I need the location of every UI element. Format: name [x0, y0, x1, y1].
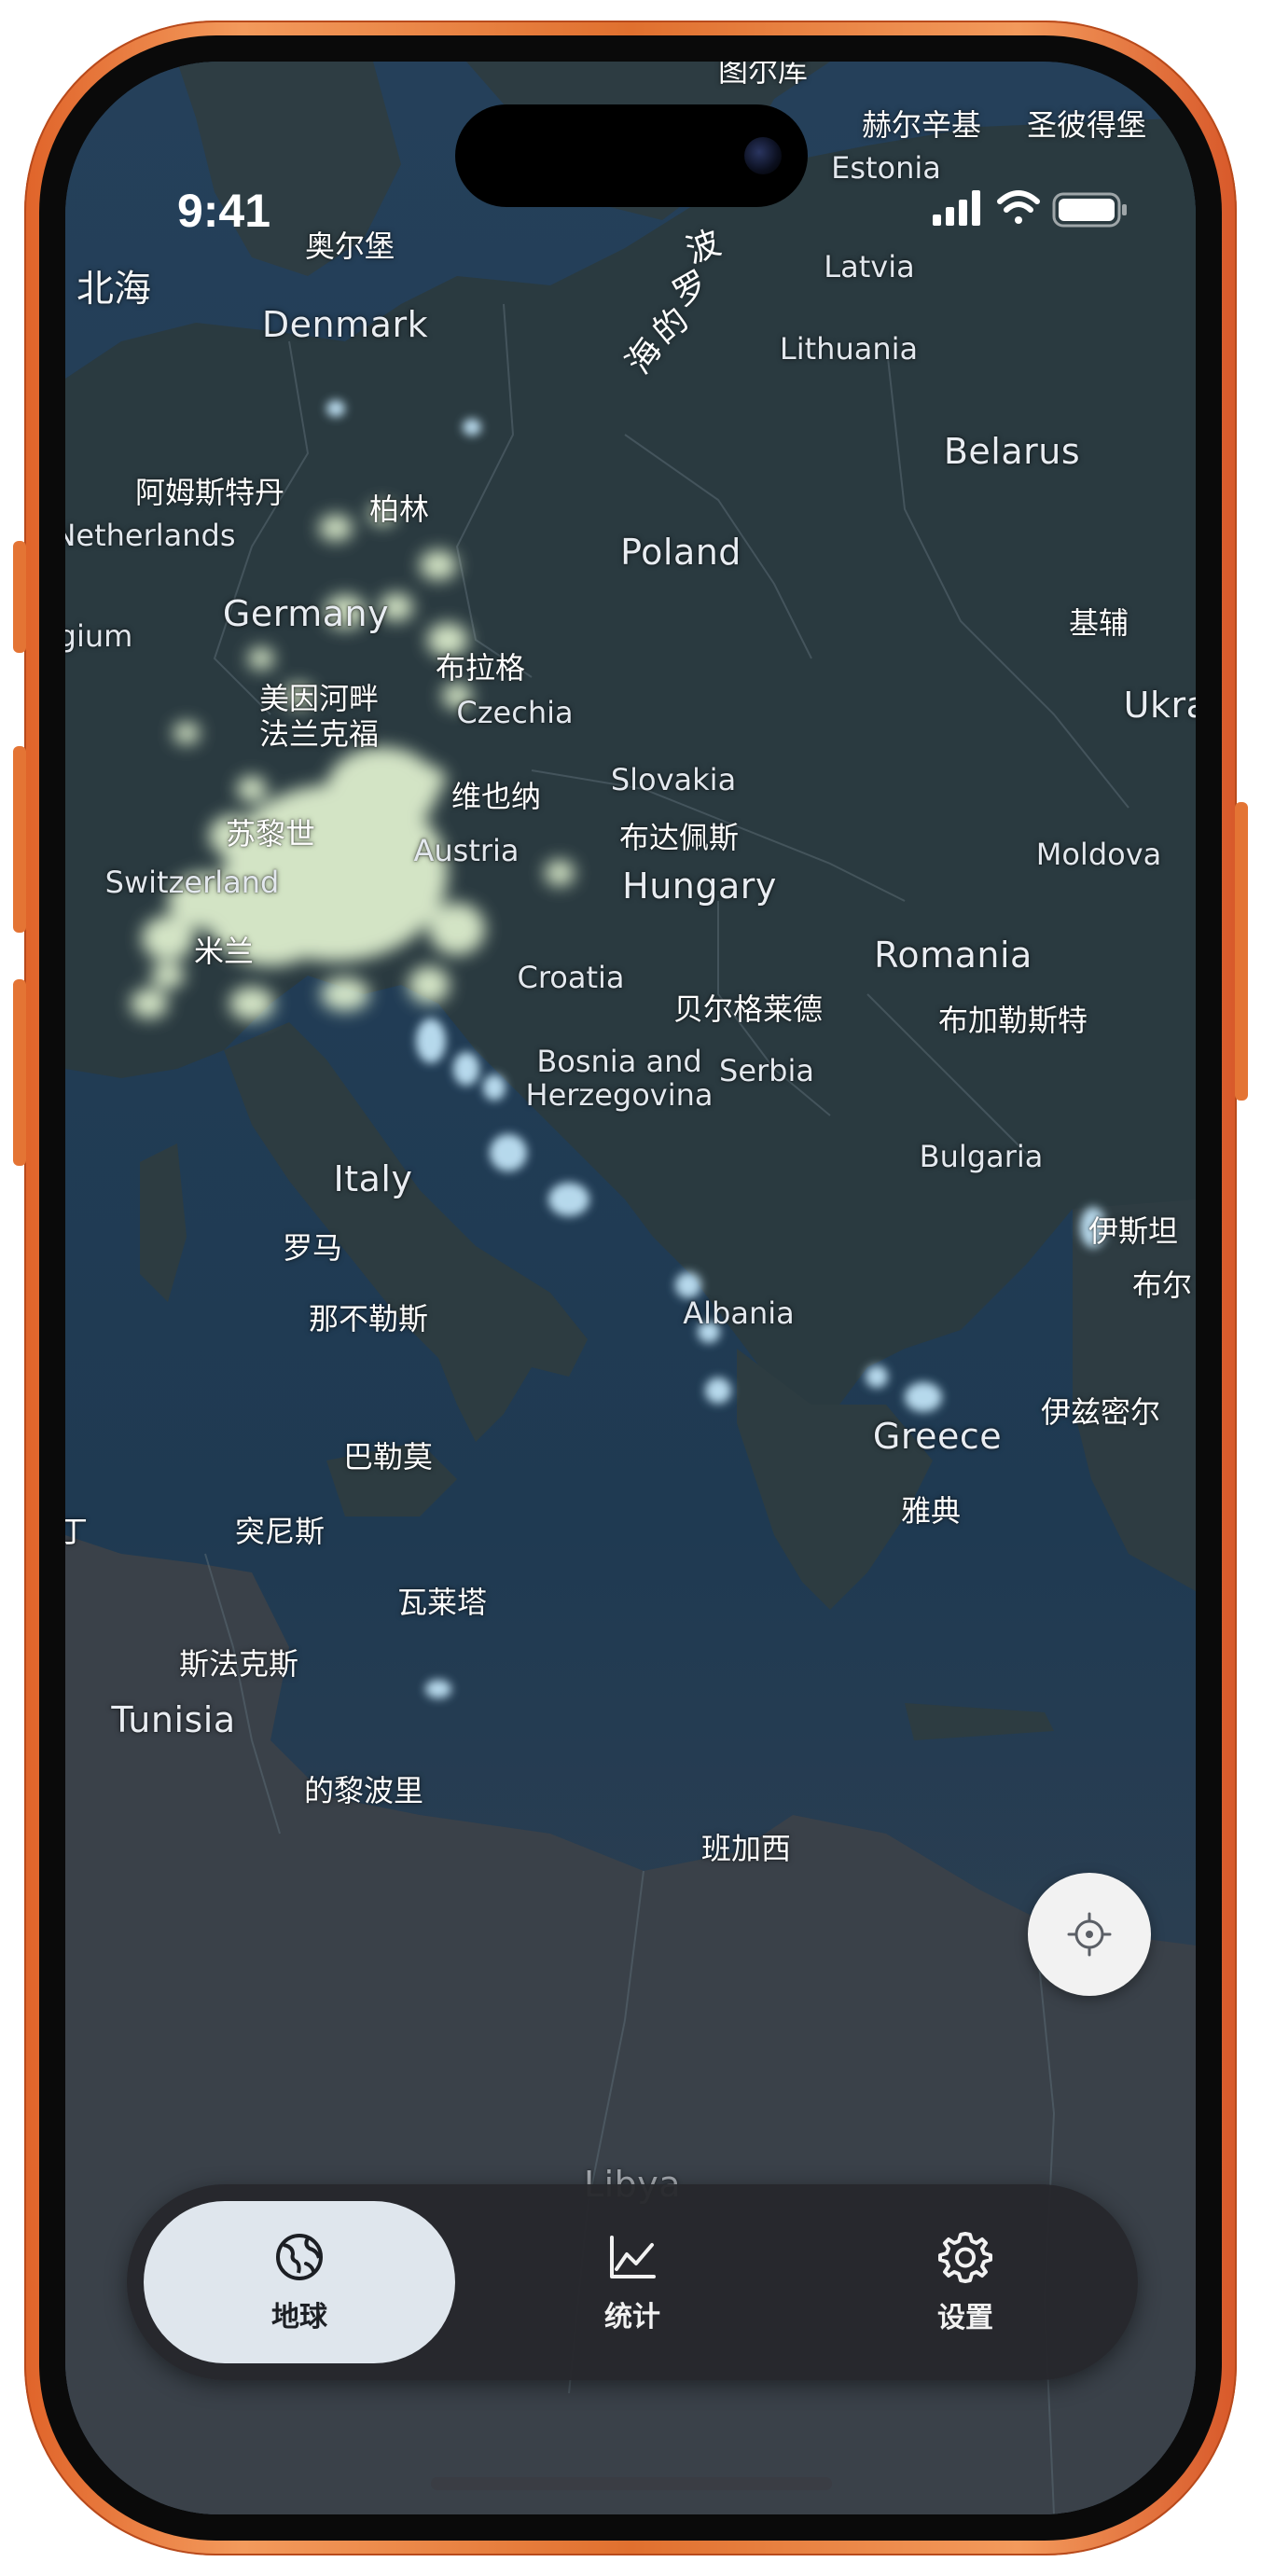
tab-globe-label: 地球 — [271, 2301, 327, 2334]
country-label: Estonia — [831, 150, 941, 186]
volume-down-button — [13, 979, 26, 1166]
city-label: 美因河畔 法兰克福 — [258, 681, 380, 752]
country-label: Hungary — [622, 866, 777, 907]
volume-up-button — [13, 746, 26, 933]
country-label: Tunisia — [111, 1699, 236, 1740]
tab-stats-label: 统计 — [604, 2301, 660, 2334]
map-canvas[interactable] — [65, 62, 1196, 2514]
country-label: Bosnia and Herzegovina — [525, 1044, 714, 1113]
country-label: Greece — [872, 1416, 1003, 1457]
city-label: 阿姆斯特丹 — [134, 475, 285, 510]
city-label: 布拉格 — [435, 650, 526, 686]
city-label: 贝尔格莱德 — [672, 991, 824, 1027]
dynamic-island — [455, 104, 808, 207]
country-label: Serbia — [719, 1053, 814, 1088]
tab-settings-label: 设置 — [937, 2302, 993, 2334]
country-label: Croatia — [517, 960, 625, 995]
gear-icon — [938, 2232, 992, 2283]
country-label: Moldova — [1035, 837, 1162, 872]
country-label: Poland — [620, 532, 741, 573]
country-label: Belarus — [943, 431, 1081, 472]
screen: 北海 波 罗 的 海 图尔库 赫尔辛基 圣彼得堡 Estonia 奥尔堡 Den… — [65, 62, 1196, 2514]
tab-stats[interactable]: 统计 — [477, 2201, 788, 2363]
city-label: 图尔库 — [717, 62, 809, 89]
globe-icon — [276, 2234, 323, 2280]
city-label: 丁 — [65, 1514, 89, 1549]
cellular-signal-icon — [933, 190, 980, 226]
city-label: 那不勒斯 — [308, 1301, 429, 1336]
tab-bar: 地球 统计 设置 — [127, 2184, 1138, 2380]
crosshair-icon — [1067, 1912, 1112, 1957]
country-label: gium — [65, 618, 133, 654]
country-label: Czechia — [456, 695, 574, 730]
tab-settings[interactable]: 设置 — [810, 2201, 1121, 2363]
front-camera-icon — [744, 137, 782, 174]
country-label: Netherlands — [65, 518, 236, 553]
line-chart-icon — [610, 2236, 656, 2278]
city-label: 班加西 — [700, 1831, 792, 1866]
city-label: 基辅 — [1068, 605, 1129, 641]
tab-globe[interactable]: 地球 — [144, 2201, 455, 2363]
country-label: Austria — [413, 833, 520, 868]
country-label: Latvia — [824, 249, 915, 284]
city-label: 罗马 — [282, 1230, 343, 1266]
city-label: 布加勒斯特 — [937, 1003, 1088, 1038]
home-indicator[interactable] — [431, 2477, 832, 2490]
city-label: 米兰 — [193, 934, 255, 969]
city-label: 突尼斯 — [234, 1514, 326, 1549]
city-label: 奥尔堡 — [304, 229, 395, 264]
city-label: 苏黎世 — [225, 816, 316, 852]
country-label: Albania — [683, 1295, 795, 1331]
country-label: Switzerland — [104, 865, 280, 900]
city-label: 斯法克斯 — [178, 1646, 299, 1682]
city-label: 维也纳 — [450, 779, 542, 814]
country-label: Romania — [874, 935, 1032, 976]
country-label: Bulgaria — [919, 1139, 1044, 1174]
wifi-icon — [997, 190, 1040, 224]
city-label: 伊兹密尔 — [1040, 1394, 1161, 1430]
locate-button[interactable] — [1028, 1873, 1151, 1996]
battery-icon — [1052, 192, 1127, 228]
city-label: 布达佩斯 — [618, 820, 740, 855]
country-label: Germany — [222, 593, 390, 634]
city-label: 布尔 — [1131, 1267, 1193, 1303]
north-sea-label: 北海 — [76, 268, 151, 311]
city-label: 的黎波里 — [303, 1773, 424, 1808]
action-button — [13, 541, 26, 653]
country-label: Denmark — [261, 304, 429, 345]
country-label: Italy — [333, 1158, 413, 1199]
country-label: Ukra — [1123, 685, 1196, 726]
city-label: 赫尔辛基 — [861, 107, 982, 143]
country-label: Slovakia — [610, 762, 737, 797]
city-label: 伊斯坦 — [1088, 1213, 1179, 1249]
city-label: 圣彼得堡 — [1026, 107, 1147, 143]
status-time: 9:41 — [176, 185, 271, 237]
city-label: 雅典 — [900, 1493, 962, 1529]
country-label: Lithuania — [779, 331, 919, 367]
city-label: 巴勒莫 — [342, 1439, 434, 1475]
city-label: 柏林 — [368, 492, 430, 527]
city-label: 瓦莱塔 — [396, 1585, 488, 1620]
power-button — [1235, 802, 1248, 1101]
status-icons — [877, 183, 1157, 235]
